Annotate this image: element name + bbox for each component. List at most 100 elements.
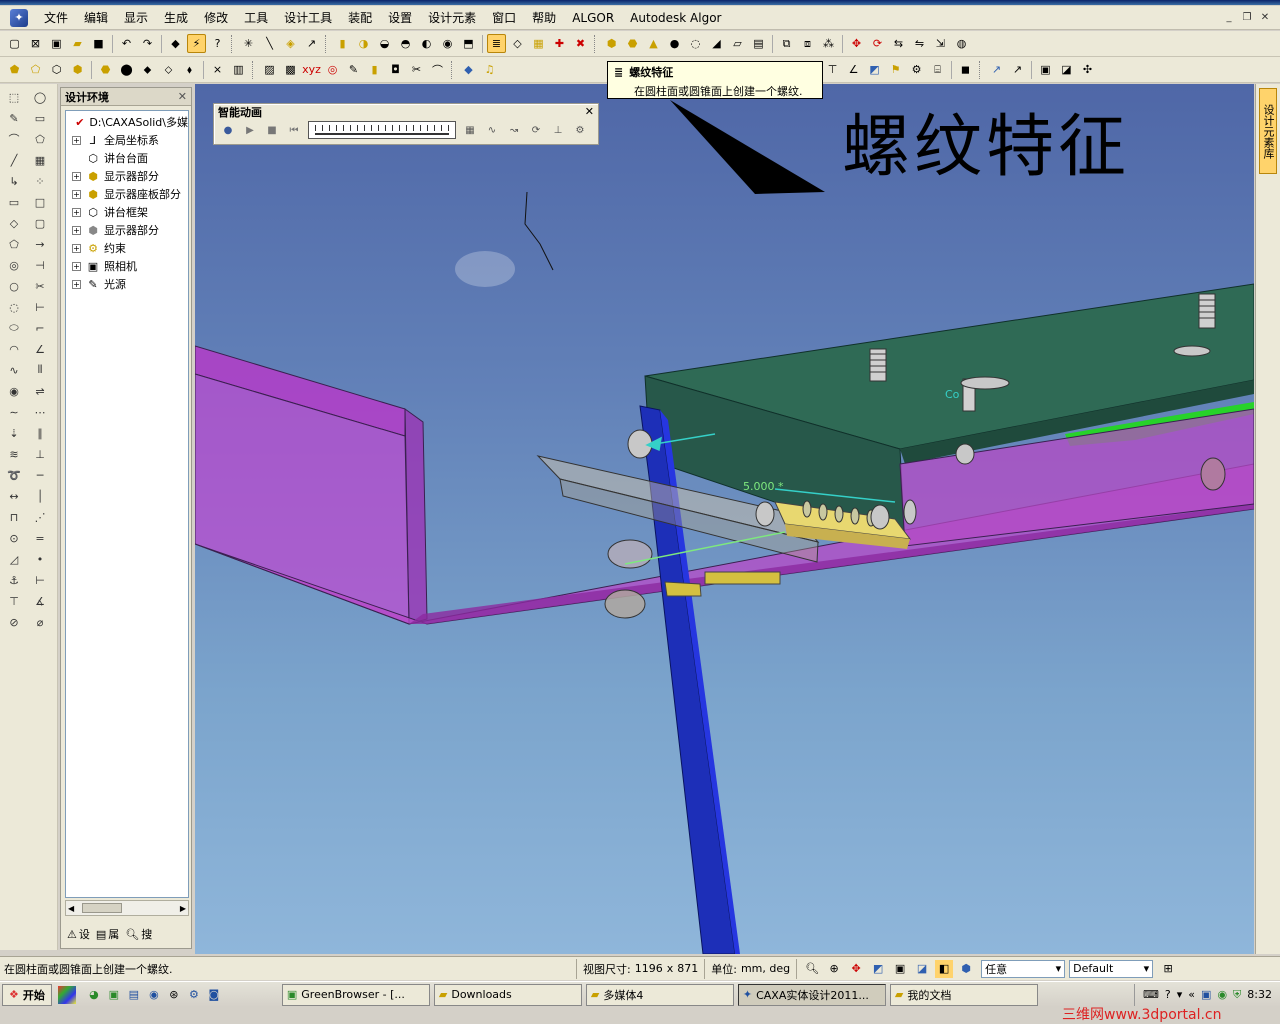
app-icon[interactable]: ✦ xyxy=(10,8,28,27)
paint-icon[interactable]: ✎ xyxy=(344,60,363,79)
close-icon[interactable]: ✕ xyxy=(585,105,594,118)
ellipse-icon[interactable]: ⬭ xyxy=(2,319,26,337)
parallel-icon[interactable]: ∥ xyxy=(28,424,52,442)
tangent-cons-icon[interactable]: ⊙ xyxy=(2,529,26,547)
cube-icon[interactable]: ⬢ xyxy=(602,34,621,53)
rotate-icon[interactable]: ⟳ xyxy=(868,34,887,53)
diamond-icon[interactable]: ◆ xyxy=(459,60,478,79)
curve-path-icon[interactable]: ∿ xyxy=(484,122,500,138)
rewind-icon[interactable]: ⏮ xyxy=(286,122,302,138)
camera-view-icon[interactable]: ▣ xyxy=(891,960,909,978)
circle-3pt-icon[interactable]: ◌ xyxy=(2,298,26,316)
shell-icon[interactable]: ⬒ xyxy=(459,34,478,53)
tab-search[interactable]: 🔍︎ 搜 xyxy=(125,926,152,942)
wedge-2d-icon[interactable]: ◿ xyxy=(2,550,26,568)
keyframe-icon[interactable]: ⟳ xyxy=(528,122,544,138)
tangent-icon[interactable]: ⌒ xyxy=(2,130,26,148)
tree-item-camera[interactable]: + ▣ 照相机 xyxy=(66,257,188,275)
restore-icon[interactable]: ❐ xyxy=(1240,12,1254,24)
extend-icon[interactable]: ⊢ xyxy=(28,298,52,316)
surface-icon[interactable]: ◇ xyxy=(508,34,527,53)
filter-icon[interactable]: ⬢ xyxy=(957,960,975,978)
open-folder-icon[interactable]: ▰ xyxy=(68,34,87,53)
tab-properties[interactable]: ▤ 属 xyxy=(96,926,119,942)
torus-icon[interactable]: ◌ xyxy=(686,34,705,53)
expand-icon[interactable]: + xyxy=(72,243,81,253)
zoom-icon[interactable]: 🔍︎ xyxy=(803,960,821,978)
cylinder-icon[interactable]: ⬣ xyxy=(623,34,642,53)
tree-item-constraints[interactable]: + ⚙ 约束 xyxy=(66,239,188,257)
material-icon[interactable]: ◍ xyxy=(952,34,971,53)
tab-design[interactable]: ⚠ 设 xyxy=(67,926,90,942)
bottle-icon[interactable]: ▮ xyxy=(365,60,384,79)
unassemble-icon[interactable]: ⬤ xyxy=(117,60,136,79)
tree-item-monitor-base[interactable]: + ⬢ 显示器座板部分 xyxy=(66,185,188,203)
menu-edit[interactable]: 编辑 xyxy=(76,7,116,29)
sheet-metal-icon[interactable]: ▱ xyxy=(728,34,747,53)
expand-icon[interactable]: + xyxy=(72,135,81,145)
line-tool-icon[interactable]: ╱ xyxy=(2,151,26,169)
texture-icon[interactable]: ▩ xyxy=(281,60,300,79)
render-icon[interactable]: ◆ xyxy=(166,34,185,53)
project-icon[interactable]: ⇣ xyxy=(2,424,26,442)
toolbar-icon[interactable]: ▤ xyxy=(126,987,142,1003)
greenbrowser-icon[interactable]: ▣ xyxy=(106,987,122,1003)
array-tool-icon[interactable]: ⁘ xyxy=(28,172,52,190)
menu-tools[interactable]: 工具 xyxy=(236,7,276,29)
tree-item-monitor-part[interactable]: + ⬢ 显示器部分 xyxy=(66,167,188,185)
display-mode-icon[interactable]: ◪ xyxy=(913,960,931,978)
adim-icon[interactable]: ∡ xyxy=(28,592,52,610)
fix-icon[interactable]: ⚓ xyxy=(2,571,26,589)
delete-icon[interactable]: ⨯ xyxy=(208,60,227,79)
scale-icon[interactable]: ⇲ xyxy=(931,34,950,53)
wave-icon[interactable]: ≋ xyxy=(2,445,26,463)
vdim-icon[interactable]: ⊤ xyxy=(2,592,26,610)
cube-view-icon[interactable]: ◩ xyxy=(865,60,884,79)
ddim-icon[interactable]: ⌀ xyxy=(28,613,52,631)
menu-algor[interactable]: ALGOR xyxy=(564,7,622,29)
array-icon[interactable]: ⁂ xyxy=(819,34,838,53)
redo-icon[interactable]: ↷ xyxy=(138,34,157,53)
coil-icon[interactable]: ➰ xyxy=(2,466,26,484)
attach-icon[interactable]: ⬢ xyxy=(68,60,87,79)
align-icon[interactable]: ⇆ xyxy=(889,34,908,53)
taskbar-button[interactable]: ▰ 多媒体4 xyxy=(585,983,734,1006)
tree-item-light[interactable]: + ✎ 光源 xyxy=(66,275,188,293)
horizontal-icon[interactable]: ─ xyxy=(28,466,52,484)
move-icon[interactable]: ✥ xyxy=(847,34,866,53)
film-icon[interactable]: ▦ xyxy=(462,122,478,138)
pentagon-icon[interactable]: ⬠ xyxy=(2,235,26,253)
ie-icon[interactable]: ◕ xyxy=(86,987,102,1003)
shield-icon[interactable]: ⛨ xyxy=(1233,988,1241,1002)
cone-icon[interactable]: ▲ xyxy=(644,34,663,53)
tree-horizontal-scrollbar[interactable]: ◀ ▶ xyxy=(65,900,189,916)
start-button[interactable]: ❖ 开始 xyxy=(2,983,52,1006)
view-cube-icon[interactable]: ◩ xyxy=(869,960,887,978)
view-side-icon[interactable]: ◪ xyxy=(1057,60,1076,79)
measure-icon[interactable]: ◈ xyxy=(281,34,300,53)
grid-icon[interactable]: ▦ xyxy=(28,151,52,169)
wedge-icon[interactable]: ◢ xyxy=(707,34,726,53)
round-rect-icon[interactable]: ▢ xyxy=(28,214,52,232)
undo-icon[interactable]: ↶ xyxy=(117,34,136,53)
taskbar-button[interactable]: ▣ GreenBrowser - [... xyxy=(281,983,430,1006)
expand-icon[interactable]: + xyxy=(72,261,81,271)
expand-icon[interactable]: + xyxy=(72,279,81,289)
diamond-tool-icon[interactable]: ◇ xyxy=(2,214,26,232)
3d-viewport[interactable]: 5.000 * Co xyxy=(195,84,1254,954)
collinear-icon[interactable]: ⋰ xyxy=(28,508,52,526)
remove-feature-icon[interactable]: ✖ xyxy=(571,34,590,53)
menu-settings[interactable]: 设置 xyxy=(380,7,420,29)
square-icon[interactable]: □ xyxy=(28,193,52,211)
tree-item-root[interactable]: ✔ D:\CAXASolid\多媒 xyxy=(66,113,188,131)
revolve-icon[interactable]: ◑ xyxy=(354,34,373,53)
constraint-tool-icon[interactable]: ⊓ xyxy=(2,508,26,526)
chevron-down-icon[interactable]: ▾ xyxy=(1177,988,1183,1001)
scroll-thumb[interactable] xyxy=(82,903,122,913)
smart-dim-icon[interactable]: ⊤ xyxy=(823,60,842,79)
taskbar-button[interactable]: ▰ 我的文档 xyxy=(889,983,1038,1006)
pan-icon[interactable]: ✥ xyxy=(847,960,865,978)
fillet-icon[interactable]: ◐ xyxy=(417,34,436,53)
circle-icon[interactable]: ○ xyxy=(2,277,26,295)
clock[interactable]: 8:32 xyxy=(1247,988,1272,1001)
